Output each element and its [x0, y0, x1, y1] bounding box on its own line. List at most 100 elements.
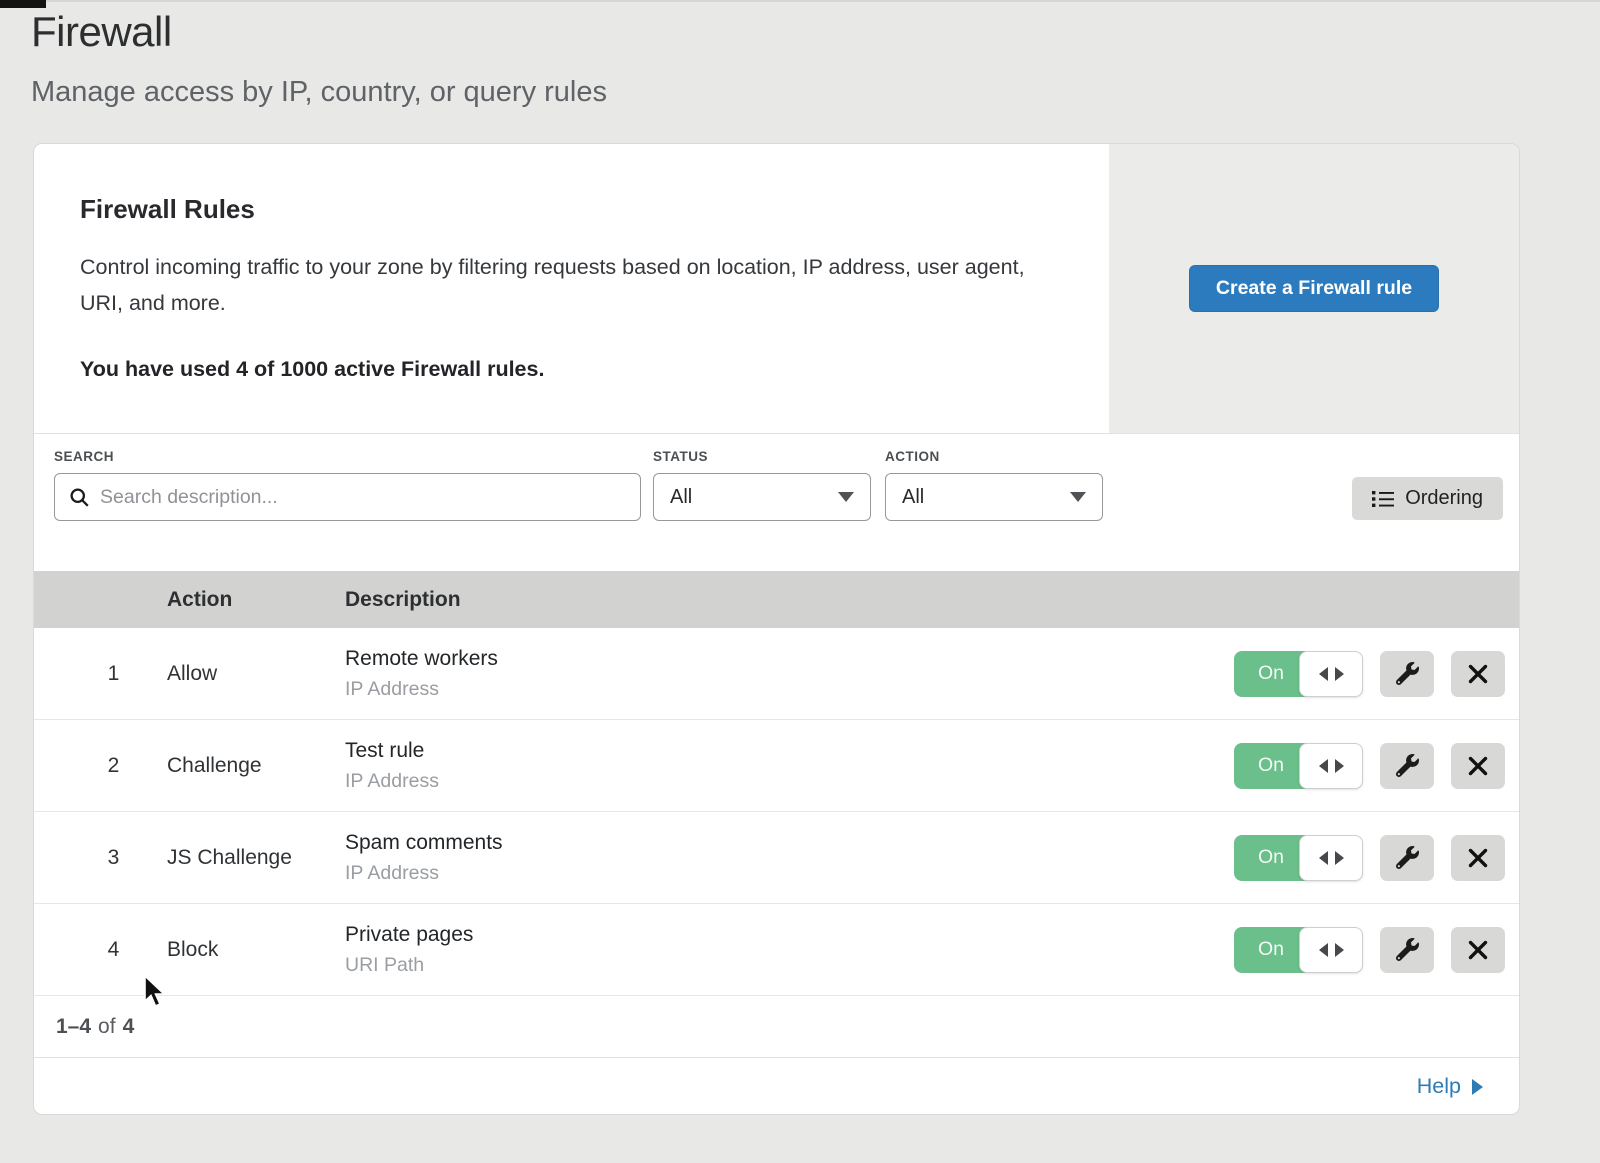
- rule-priority: 4: [34, 938, 167, 962]
- search-box[interactable]: [54, 473, 641, 521]
- help-link-label: Help: [1417, 1074, 1461, 1099]
- rule-action: Block: [167, 938, 345, 962]
- ordering-button-label: Ordering: [1405, 487, 1483, 510]
- arrow-right-icon: [1335, 851, 1344, 865]
- rule-description: Spam comments: [345, 831, 1234, 855]
- edit-rule-button[interactable]: [1380, 651, 1434, 697]
- arrow-right-icon: [1472, 1079, 1483, 1095]
- rule-action: Challenge: [167, 754, 345, 778]
- help-link[interactable]: Help: [1417, 1074, 1483, 1099]
- rule-description-cell: Test rule IP Address: [345, 739, 1234, 793]
- rule-description: Private pages: [345, 923, 1234, 947]
- table-row: 3 JS Challenge Spam comments IP Address …: [34, 812, 1519, 904]
- rule-priority: 3: [34, 846, 167, 870]
- rule-action: Allow: [167, 662, 345, 686]
- help-row: Help: [34, 1058, 1519, 1115]
- close-icon: [1468, 756, 1488, 776]
- rule-controls: On: [1234, 651, 1519, 697]
- rule-enabled-toggle[interactable]: On: [1234, 835, 1363, 881]
- wrench-icon: [1396, 754, 1419, 777]
- window-corner-artifact: [0, 0, 46, 8]
- create-firewall-rule-button[interactable]: Create a Firewall rule: [1189, 265, 1439, 312]
- pagination-total: 4: [123, 1015, 135, 1039]
- delete-rule-button[interactable]: [1451, 743, 1505, 789]
- action-filter-group: ACTION All: [885, 449, 1103, 521]
- table-row: 2 Challenge Test rule IP Address On: [34, 720, 1519, 812]
- close-icon: [1468, 940, 1488, 960]
- table-header: Action Description: [34, 571, 1519, 628]
- column-header-action: Action: [167, 588, 345, 612]
- rule-priority: 1: [34, 662, 167, 686]
- action-select[interactable]: All: [885, 473, 1103, 521]
- page-subtitle: Manage access by IP, country, or query r…: [31, 76, 1600, 109]
- edit-rule-button[interactable]: [1380, 835, 1434, 881]
- rule-description-cell: Remote workers IP Address: [345, 647, 1234, 701]
- edit-rule-button[interactable]: [1380, 743, 1434, 789]
- ordering-button[interactable]: Ordering: [1352, 477, 1503, 520]
- delete-rule-button[interactable]: [1451, 651, 1505, 697]
- search-input[interactable]: [100, 486, 626, 509]
- pagination: 1–4 of 4: [34, 996, 1519, 1058]
- wrench-icon: [1396, 846, 1419, 869]
- rule-match-type: IP Address: [345, 770, 1234, 793]
- pagination-range: 1–4: [56, 1015, 91, 1039]
- rule-match-type: IP Address: [345, 678, 1234, 701]
- delete-rule-button[interactable]: [1451, 927, 1505, 973]
- wrench-icon: [1396, 938, 1419, 961]
- rule-enabled-toggle[interactable]: On: [1234, 743, 1363, 789]
- rule-controls: On: [1234, 927, 1519, 973]
- arrow-left-icon: [1319, 851, 1328, 865]
- search-filter-group: SEARCH: [54, 449, 641, 521]
- arrow-right-icon: [1335, 759, 1344, 773]
- rule-match-type: URI Path: [345, 954, 1234, 977]
- toggle-knob[interactable]: [1299, 927, 1363, 973]
- page-title: Firewall: [31, 8, 1600, 56]
- action-label: ACTION: [885, 449, 1103, 464]
- rule-enabled-toggle[interactable]: On: [1234, 927, 1363, 973]
- create-rule-panel: Create a Firewall rule: [1109, 144, 1519, 433]
- rule-action: JS Challenge: [167, 846, 345, 870]
- rule-description: Remote workers: [345, 647, 1234, 671]
- page-header: Firewall Manage access by IP, country, o…: [0, 0, 1600, 109]
- search-icon: [69, 487, 90, 508]
- rule-enabled-toggle[interactable]: On: [1234, 651, 1363, 697]
- edit-rule-button[interactable]: [1380, 927, 1434, 973]
- toggle-knob[interactable]: [1299, 835, 1363, 881]
- delete-rule-button[interactable]: [1451, 835, 1505, 881]
- table-row: 4 Block Private pages URI Path On: [34, 904, 1519, 996]
- toggle-on-label: On: [1234, 835, 1308, 881]
- close-icon: [1468, 664, 1488, 684]
- close-icon: [1468, 848, 1488, 868]
- rule-priority: 2: [34, 754, 167, 778]
- wrench-icon: [1396, 662, 1419, 685]
- pagination-of: of: [98, 1015, 116, 1039]
- table-row: 1 Allow Remote workers IP Address On: [34, 628, 1519, 720]
- arrow-right-icon: [1335, 943, 1344, 957]
- rule-controls: On: [1234, 743, 1519, 789]
- rules-table-body: 1 Allow Remote workers IP Address On: [34, 628, 1519, 996]
- arrow-right-icon: [1335, 667, 1344, 681]
- window-top-edge: [0, 0, 1600, 2]
- rules-description: Control incoming traffic to your zone by…: [80, 249, 1030, 321]
- rules-intro-section: Firewall Rules Control incoming traffic …: [34, 144, 1519, 434]
- rule-controls: On: [1234, 835, 1519, 881]
- status-filter-group: STATUS All: [653, 449, 871, 521]
- arrow-left-icon: [1319, 943, 1328, 957]
- filters-section: SEARCH STATUS All ACTION All: [34, 434, 1519, 571]
- arrow-left-icon: [1319, 759, 1328, 773]
- rule-description-cell: Spam comments IP Address: [345, 831, 1234, 885]
- list-ordering-icon: [1372, 489, 1394, 509]
- search-label: SEARCH: [54, 449, 641, 464]
- toggle-knob[interactable]: [1299, 743, 1363, 789]
- toggle-on-label: On: [1234, 743, 1308, 789]
- status-select[interactable]: All: [653, 473, 871, 521]
- status-label: STATUS: [653, 449, 871, 464]
- rule-description: Test rule: [345, 739, 1234, 763]
- status-select-value: All: [670, 486, 692, 509]
- toggle-knob[interactable]: [1299, 651, 1363, 697]
- toggle-on-label: On: [1234, 651, 1308, 697]
- rule-match-type: IP Address: [345, 862, 1234, 885]
- firewall-rules-card: Firewall Rules Control incoming traffic …: [33, 143, 1520, 1115]
- toggle-on-label: On: [1234, 927, 1308, 973]
- rule-description-cell: Private pages URI Path: [345, 923, 1234, 977]
